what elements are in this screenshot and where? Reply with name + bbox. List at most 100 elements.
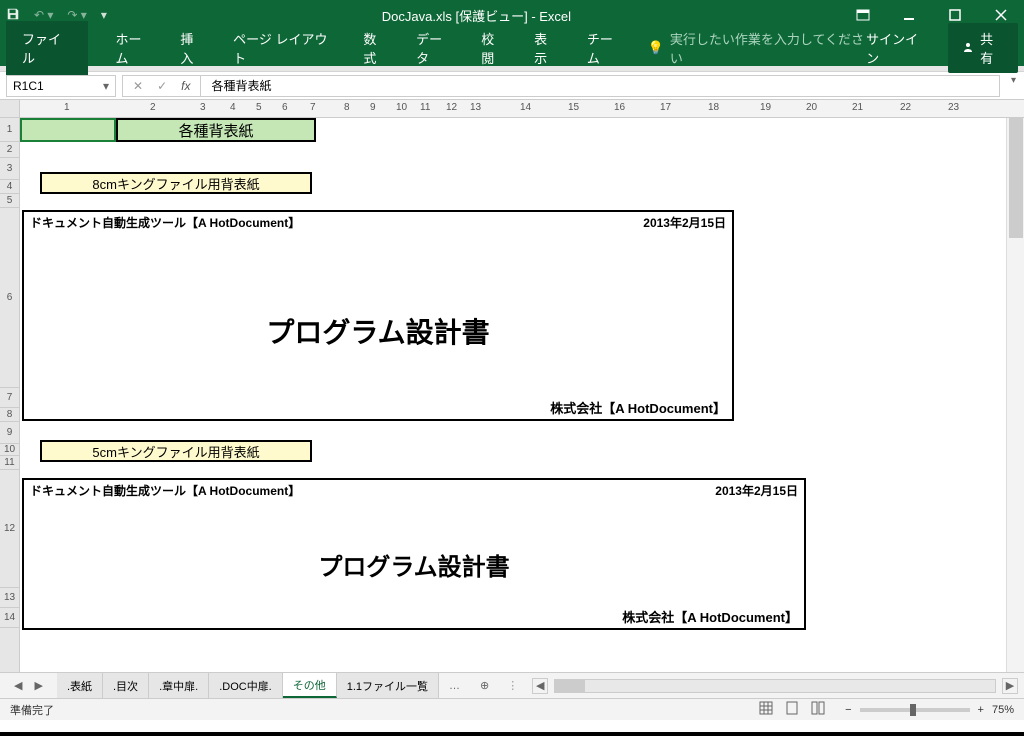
tell-me-text: 実行したい作業を入力してください (670, 29, 866, 67)
ruler-tick: 4 (230, 102, 236, 113)
normal-view-icon[interactable] (759, 701, 773, 718)
select-all-corner[interactable] (0, 100, 20, 117)
ruler-tick: 11 (420, 102, 430, 113)
row-header[interactable]: 2 (0, 142, 19, 158)
save-icon[interactable] (6, 7, 20, 24)
box2-title: プログラム設計書 (24, 547, 804, 582)
row-header[interactable]: 4 (0, 180, 19, 194)
ribbon-display-icon[interactable] (840, 0, 886, 30)
file-tab[interactable]: ファイル (6, 21, 88, 75)
row-header[interactable]: 11 (0, 456, 19, 470)
formula-expand-icon[interactable]: ▾ (1011, 75, 1016, 86)
qat-customize-icon[interactable]: ▾ (101, 8, 107, 22)
tell-me[interactable]: 💡 実行したい作業を入力してください (648, 29, 867, 67)
formula-buttons: ✕ ✓ fx (122, 75, 200, 97)
row-header[interactable]: 12 (0, 470, 19, 588)
zoom-slider[interactable] (860, 708, 970, 712)
undo-icon[interactable]: ↶ ▾ (34, 8, 53, 22)
row-header[interactable]: 8 (0, 408, 19, 422)
zoom-level[interactable]: 75% (992, 704, 1014, 716)
hscroll-right-icon[interactable]: ▶ (1002, 678, 1018, 694)
sheet-tab[interactable]: .DOC中扉. (209, 673, 283, 698)
ruler-tick: 6 (282, 102, 288, 113)
tab-page-layout[interactable]: ページ レイアウト (219, 21, 349, 75)
vertical-scrollbar[interactable] (1006, 118, 1024, 672)
fx-icon[interactable]: fx (181, 79, 190, 93)
row-headers: 1234567891011121314 (0, 118, 20, 672)
tab-team[interactable]: チーム (573, 21, 638, 75)
column-ruler: 1234567891011121314151617181920212223 (0, 100, 1024, 118)
redo-icon[interactable]: ↷ ▾ (67, 8, 86, 22)
sheet-tab[interactable]: .目次 (103, 673, 149, 698)
tab-formulas[interactable]: 数式 (349, 21, 402, 75)
enter-icon[interactable]: ✓ (157, 79, 167, 93)
zoom-in-button[interactable]: + (978, 704, 984, 716)
minimize-button[interactable] (886, 0, 932, 30)
cell-reference: R1C1 (13, 79, 44, 93)
row-header[interactable]: 9 (0, 422, 19, 444)
heading-cell: 各種背表紙 (116, 118, 316, 142)
new-sheet-button[interactable]: ⊕ (470, 679, 499, 692)
row-header[interactable]: 5 (0, 194, 19, 208)
sheet-nav-next-icon[interactable]: ▶ (34, 679, 42, 692)
lightbulb-icon: 💡 (648, 40, 664, 56)
tab-home[interactable]: ホーム (102, 21, 167, 75)
ruler-tick: 3 (200, 102, 206, 113)
sheet-tab[interactable]: .章中扉. (149, 673, 209, 698)
formula-bar: R1C1 ▾ ✕ ✓ fx 各種背表紙 ▾ (0, 72, 1024, 100)
share-button[interactable]: 共有 (948, 23, 1018, 73)
sheet-tab[interactable]: その他 (283, 673, 337, 698)
namebox-dropdown-icon[interactable]: ▾ (103, 79, 109, 93)
row-header[interactable]: 1 (0, 118, 19, 142)
ruler-tick: 12 (446, 102, 457, 113)
tab-view[interactable]: 表示 (520, 21, 573, 75)
spine-box-8cm: ドキュメント自動生成ツール【A HotDocument】 2013年2月15日 … (22, 210, 734, 421)
tab-review[interactable]: 校閲 (467, 21, 520, 75)
name-box[interactable]: R1C1 ▾ (6, 75, 116, 97)
cancel-icon[interactable]: ✕ (133, 79, 143, 93)
row-header[interactable]: 14 (0, 608, 19, 628)
sheet-nav: ◀ ▶ (0, 679, 57, 692)
sheet-tabs-more[interactable]: … (439, 680, 470, 692)
cells-grid[interactable]: 各種背表紙 8cmキングファイル用背表紙 ドキュメント自動生成ツール【A Hot… (20, 118, 1006, 672)
sheet-tab[interactable]: .表紙 (57, 673, 103, 698)
tab-insert[interactable]: 挿入 (166, 21, 219, 75)
page-break-view-icon[interactable] (811, 701, 825, 718)
vscroll-thumb[interactable] (1009, 118, 1023, 238)
ribbon: ファイル ホーム 挿入 ページ レイアウト 数式 データ 校閲 表示 チーム 💡… (0, 30, 1024, 66)
formula-input[interactable]: 各種背表紙 (200, 75, 1000, 97)
hscroll-left-icon[interactable]: ◀ (532, 678, 548, 694)
zoom-slider-thumb[interactable] (910, 704, 916, 716)
horizontal-scrollbar[interactable] (554, 679, 996, 693)
zoom-controls: − + 75% (845, 704, 1014, 716)
share-icon (962, 41, 974, 56)
share-label: 共有 (980, 29, 1004, 67)
ruler-tick: 2 (150, 102, 156, 113)
tab-data[interactable]: データ (402, 21, 467, 75)
box1-date: 2013年2月15日 (643, 214, 726, 231)
row-header[interactable]: 3 (0, 158, 19, 180)
selected-cell[interactable] (20, 118, 116, 142)
ruler-tick: 15 (568, 102, 579, 113)
ruler-tick: 13 (470, 102, 481, 113)
box1-company: 株式会社【A HotDocument】 (550, 398, 726, 417)
ruler-tick: 23 (948, 102, 959, 113)
sheet-nav-prev-icon[interactable]: ◀ (14, 679, 22, 692)
spine-box-5cm: ドキュメント自動生成ツール【A HotDocument】 2013年2月15日 … (22, 478, 806, 630)
zoom-out-button[interactable]: − (845, 704, 851, 716)
row-header[interactable]: 7 (0, 388, 19, 408)
box1-tool: ドキュメント自動生成ツール【A HotDocument】 (30, 214, 300, 231)
ruler-tick: 1 (64, 102, 70, 113)
row-header[interactable]: 13 (0, 588, 19, 608)
row-header[interactable]: 10 (0, 444, 19, 456)
signin-link[interactable]: サインイン (866, 29, 928, 67)
sheet-tab[interactable]: 1.1ファイル一覧 (337, 673, 439, 698)
ruler-ticks: 1234567891011121314151617181920212223 (20, 100, 1024, 117)
status-bar: 準備完了 − + 75% (0, 698, 1024, 720)
hscroll-thumb[interactable] (555, 680, 585, 692)
page-layout-view-icon[interactable] (785, 701, 799, 718)
ruler-tick: 14 (520, 102, 531, 113)
row-header[interactable]: 6 (0, 208, 19, 388)
ruler-tick: 9 (370, 102, 376, 113)
ruler-tick: 10 (396, 102, 407, 113)
